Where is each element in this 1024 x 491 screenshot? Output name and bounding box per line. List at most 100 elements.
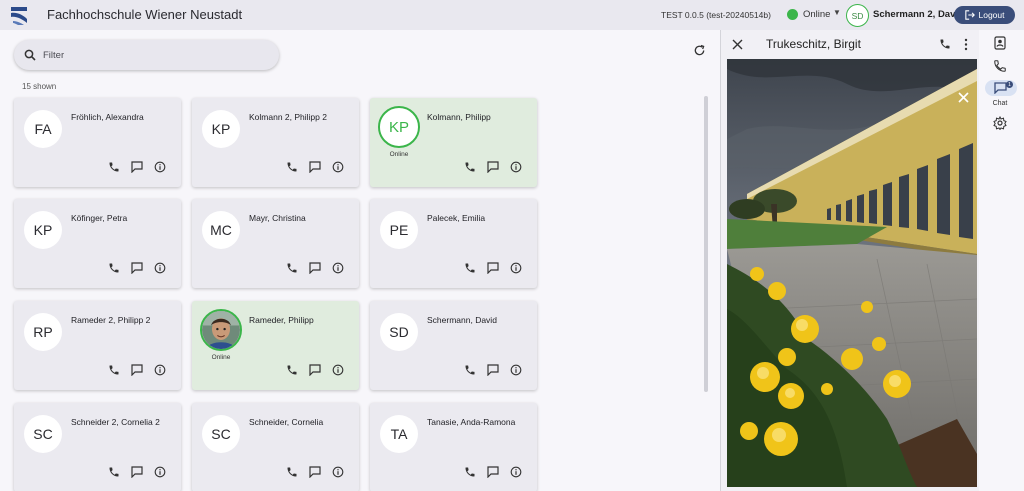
phone-icon[interactable] bbox=[286, 161, 298, 173]
contact-card[interactable]: FA Fröhlich, Alexandra bbox=[14, 98, 181, 187]
contact-card[interactable]: Online Rameder, Philipp bbox=[192, 301, 359, 390]
chat-icon[interactable] bbox=[487, 364, 499, 376]
app-title: Fachhochschule Wiener Neustadt bbox=[47, 7, 243, 22]
info-icon[interactable] bbox=[154, 161, 166, 173]
user-avatar[interactable]: SD bbox=[846, 4, 869, 27]
phone-icon[interactable] bbox=[108, 262, 120, 274]
chat-icon[interactable] bbox=[131, 466, 143, 478]
contact-name: Rameder, Philipp bbox=[249, 315, 314, 325]
contact-name: Schneider, Cornelia bbox=[249, 417, 324, 427]
info-icon[interactable] bbox=[332, 161, 344, 173]
chat-icon[interactable] bbox=[487, 466, 499, 478]
phone-icon[interactable] bbox=[108, 466, 120, 478]
scrollbar[interactable] bbox=[704, 96, 708, 392]
info-icon[interactable] bbox=[510, 466, 522, 478]
phone-icon[interactable] bbox=[108, 161, 120, 173]
chat-nav-item[interactable]: 1 bbox=[985, 80, 1017, 96]
chat-icon[interactable] bbox=[487, 262, 499, 274]
contact-card[interactable]: SC Schneider, Cornelia bbox=[192, 403, 359, 491]
phone-icon[interactable] bbox=[286, 364, 298, 376]
status-select[interactable]: Online bbox=[803, 9, 830, 20]
phone-icon[interactable] bbox=[939, 38, 951, 50]
phone-icon[interactable] bbox=[464, 466, 476, 478]
logout-label: Logout bbox=[978, 10, 1005, 20]
contact-avatar[interactable]: KP bbox=[24, 211, 62, 249]
contact-card[interactable]: TA Tanasie, Anda-Ramona bbox=[370, 403, 537, 491]
contact-card[interactable]: PE Palecek, Emilia bbox=[370, 199, 537, 288]
info-icon[interactable] bbox=[154, 466, 166, 478]
info-icon[interactable] bbox=[332, 364, 344, 376]
contact-name: Fröhlich, Alexandra bbox=[71, 112, 144, 122]
contacts-icon[interactable] bbox=[993, 36, 1007, 50]
gear-icon[interactable] bbox=[993, 116, 1007, 130]
contact-card[interactable]: MC Mayr, Christina bbox=[192, 199, 359, 288]
right-rail: 1 Chat bbox=[979, 30, 1024, 491]
phone-icon[interactable] bbox=[993, 59, 1007, 73]
filter-input[interactable] bbox=[43, 46, 263, 64]
filter-box[interactable] bbox=[14, 40, 279, 70]
chat-icon[interactable] bbox=[131, 262, 143, 274]
info-icon[interactable] bbox=[510, 161, 522, 173]
info-icon[interactable] bbox=[510, 364, 522, 376]
contact-avatar[interactable]: TA bbox=[380, 415, 418, 453]
chat-icon[interactable] bbox=[309, 466, 321, 478]
chat-icon[interactable] bbox=[309, 262, 321, 274]
contact-card[interactable]: KP Köfinger, Petra bbox=[14, 199, 181, 288]
contact-detail-pane: Trukeschitz, Birgit bbox=[720, 30, 979, 491]
contact-avatar[interactable]: KP bbox=[202, 110, 240, 148]
contact-card[interactable]: SC Schneider 2, Cornelia 2 bbox=[14, 403, 181, 491]
info-icon[interactable] bbox=[332, 466, 344, 478]
refresh-icon[interactable] bbox=[693, 44, 706, 57]
phone-icon[interactable] bbox=[286, 262, 298, 274]
contacts-panel: 15 shown FA Fröhlich, Alexandra KP Kolmann … bbox=[0, 30, 720, 491]
detail-title: Trukeschitz, Birgit bbox=[766, 37, 861, 51]
contact-card[interactable]: KP Online Kolmann, Philipp bbox=[370, 98, 537, 187]
status-indicator[interactable] bbox=[787, 9, 798, 20]
phone-icon[interactable] bbox=[286, 466, 298, 478]
phone-icon[interactable] bbox=[464, 161, 476, 173]
logout-button[interactable]: Logout bbox=[954, 6, 1015, 24]
close-icon[interactable] bbox=[732, 39, 743, 50]
info-icon[interactable] bbox=[332, 262, 344, 274]
contact-photo bbox=[727, 59, 977, 487]
contact-avatar[interactable]: FA bbox=[24, 110, 62, 148]
contact-name: Kolmann, Philipp bbox=[427, 112, 491, 122]
contact-card[interactable]: KP Kolmann 2, Philipp 2 bbox=[192, 98, 359, 187]
contact-name: Mayr, Christina bbox=[249, 213, 306, 223]
contact-actions bbox=[286, 364, 344, 376]
chat-icon[interactable] bbox=[309, 364, 321, 376]
info-icon[interactable] bbox=[154, 262, 166, 274]
contact-name: Schermann, David bbox=[427, 315, 497, 325]
close-icon[interactable] bbox=[958, 92, 969, 103]
phone-icon[interactable] bbox=[108, 364, 120, 376]
info-icon[interactable] bbox=[510, 262, 522, 274]
contact-avatar[interactable]: MC bbox=[202, 211, 240, 249]
contact-card[interactable]: RP Rameder 2, Philipp 2 bbox=[14, 301, 181, 390]
info-icon[interactable] bbox=[154, 364, 166, 376]
contact-avatar[interactable]: SC bbox=[24, 415, 62, 453]
contact-avatar[interactable]: SC bbox=[202, 415, 240, 453]
phone-icon[interactable] bbox=[464, 364, 476, 376]
contact-avatar[interactable]: KP bbox=[378, 106, 420, 148]
contact-name: Kolmann 2, Philipp 2 bbox=[249, 112, 327, 122]
more-vertical-icon[interactable] bbox=[963, 38, 969, 51]
search-icon bbox=[24, 49, 36, 61]
chat-icon[interactable] bbox=[131, 161, 143, 173]
contact-actions bbox=[286, 466, 344, 478]
user-name: Schermann 2, David bbox=[873, 9, 964, 20]
contact-actions bbox=[464, 364, 522, 376]
chevron-down-icon[interactable]: ▼ bbox=[833, 8, 841, 17]
contact-actions bbox=[286, 161, 344, 173]
chat-icon[interactable] bbox=[131, 364, 143, 376]
contact-avatar[interactable]: RP bbox=[24, 313, 62, 351]
contact-avatar[interactable]: PE bbox=[380, 211, 418, 249]
phone-icon[interactable] bbox=[464, 262, 476, 274]
contact-card[interactable]: SD Schermann, David bbox=[370, 301, 537, 390]
chat-icon[interactable] bbox=[487, 161, 499, 173]
chat-icon[interactable] bbox=[309, 161, 321, 173]
contact-avatar[interactable] bbox=[200, 309, 242, 351]
chat-label: Chat bbox=[992, 100, 1008, 107]
photo-image bbox=[727, 59, 977, 487]
contact-actions bbox=[464, 466, 522, 478]
contact-avatar[interactable]: SD bbox=[380, 313, 418, 351]
